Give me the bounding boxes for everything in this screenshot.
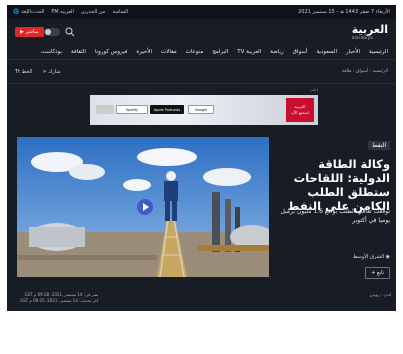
- share-button[interactable]: شارك ⋖: [43, 69, 61, 75]
- location-icon: ◉: [385, 254, 390, 260]
- article-headline: وكالة الطاقة الدولية: اللقاحات ستطلق الط…: [287, 157, 390, 213]
- utility-link[interactable]: الحدث: [31, 9, 44, 15]
- font-button[interactable]: الخط Tt: [15, 69, 33, 75]
- spotify-badge[interactable]: Spotify: [116, 105, 148, 114]
- google-badge[interactable]: Google: [188, 105, 214, 114]
- live-label: مباشر: [25, 29, 39, 35]
- globe-icon: 🌐: [13, 9, 20, 15]
- article-photo[interactable]: [17, 137, 269, 277]
- apple-podcasts-badge[interactable]: Apple Podcasts: [150, 105, 184, 114]
- breadcrumb[interactable]: الرئيسية : أسواق : طاقة: [342, 69, 388, 74]
- nav-item[interactable]: العربية TV: [237, 49, 261, 55]
- article-subheadline: توقعت تعافي الطلب بواقع 1.6 مليون برميل …: [280, 208, 390, 224]
- nav-item[interactable]: أسواق: [293, 49, 308, 55]
- page-frame: الأربعاء 7 صفر 1443 هـ - 15 سبتمبر 2021 …: [7, 5, 396, 311]
- ad-extra-badge: [96, 105, 114, 114]
- nav-item[interactable]: البرامج: [212, 49, 228, 55]
- plus-icon: +: [371, 270, 376, 276]
- article-credit: لندن - رويترز: [369, 292, 391, 297]
- nav-item[interactable]: مقالات: [161, 49, 177, 55]
- article-hero: النفط وكالة الطاقة الدولية: اللقاحات ستط…: [13, 137, 390, 285]
- breadcrumb-row: الرئيسية : أسواق : طاقة شارك ⋖ الخط Tt: [7, 60, 396, 84]
- nav-item[interactable]: الثقافة: [71, 49, 86, 55]
- timestamps: نشر في: 14 سبتمبر ,2021: 09:28 م GST آخر…: [20, 292, 98, 304]
- category-tag[interactable]: النفط: [367, 141, 390, 150]
- nav-item[interactable]: الأخبار: [346, 49, 360, 55]
- follow-button[interactable]: تابع +: [365, 267, 390, 279]
- nav-item[interactable]: السعودية: [316, 49, 337, 55]
- dark-mode-toggle[interactable]: [43, 28, 60, 36]
- nav-item[interactable]: بودكاست: [41, 49, 62, 55]
- nav-item[interactable]: الرئيسية: [369, 49, 388, 55]
- language-label: اللغة: [21, 9, 31, 15]
- play-video-button[interactable]: [137, 199, 153, 215]
- utility-link[interactable]: من الحدرين: [81, 9, 105, 15]
- updated-time: آخر تحديث: 14 سبتمبر ,2021: 09:25 م GST: [20, 298, 99, 303]
- nav-item[interactable]: منوعات: [186, 49, 204, 55]
- article-actions: شارك ⋖ الخط Tt: [15, 69, 61, 75]
- main-nav: الرئيسية الأخبار السعودية أسواق رياضة ال…: [7, 45, 396, 60]
- search-icon[interactable]: [65, 27, 75, 37]
- nav-item[interactable]: رياضة: [270, 49, 283, 55]
- site-logo[interactable]: العربية alarabiya: [352, 24, 388, 40]
- brand-row: العربية alarabiya مباشر ▶: [7, 19, 396, 45]
- language-selector[interactable]: اللغة 🌐: [13, 9, 31, 15]
- top-utility-bar: الأربعاء 7 صفر 1443 هـ - 15 سبتمبر 2021 …: [7, 5, 396, 19]
- ad-banner[interactable]: العربية استمع الآن Apple Podcasts Google…: [90, 95, 318, 125]
- share-icon: ⋖: [42, 68, 47, 75]
- utility-links: الشاشة من الحدرين العربية FM الحدث: [31, 9, 128, 15]
- font-size-icon: Tt: [15, 68, 21, 75]
- ad-label: إعلان: [310, 88, 318, 92]
- utility-link[interactable]: الشاشة: [112, 9, 128, 15]
- nav-item[interactable]: فيروس كورونا: [95, 49, 127, 55]
- date-text: الأربعاء 7 صفر 1443 هـ - 15 سبتمبر 2021: [298, 9, 390, 15]
- ad-brand-box: العربية استمع الآن: [286, 98, 314, 122]
- play-icon: ▶: [20, 29, 24, 35]
- nav-item[interactable]: الأخيرة: [136, 49, 152, 55]
- utility-link[interactable]: العربية FM: [51, 9, 73, 15]
- live-button[interactable]: مباشر ▶: [15, 27, 44, 37]
- article-source[interactable]: ◉ الشرق الأوسط: [353, 254, 390, 260]
